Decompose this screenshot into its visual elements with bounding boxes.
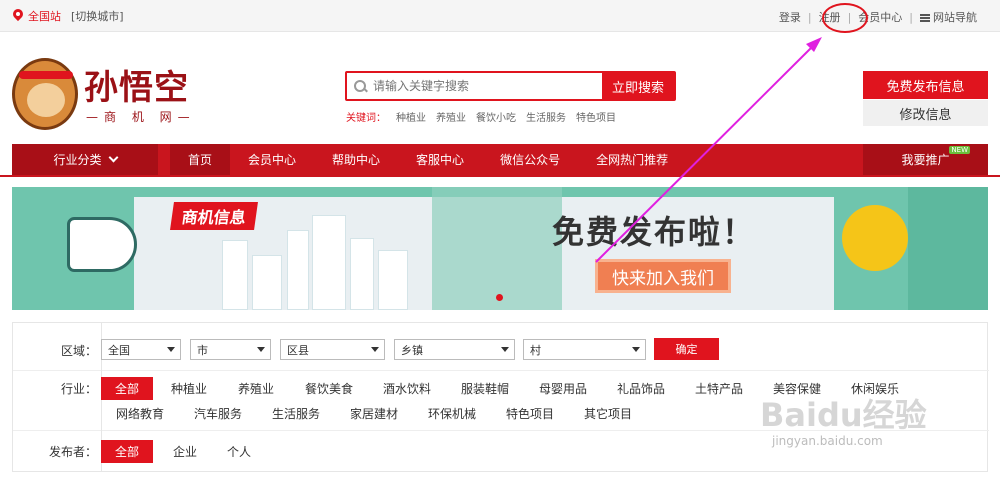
edit-info-button[interactable]: 修改信息 bbox=[863, 100, 988, 126]
current-city[interactable]: 全国站 bbox=[28, 8, 61, 24]
dropdown-arrow-icon bbox=[167, 347, 175, 352]
industry-item[interactable]: 其它项目 bbox=[584, 405, 632, 422]
publish-free-button[interactable]: 免费发布信息 bbox=[863, 71, 988, 99]
industry-item[interactable]: 餐饮美食 bbox=[305, 380, 353, 397]
nav-service-center[interactable]: 客服中心 bbox=[398, 144, 482, 175]
publisher-all[interactable]: 全部 bbox=[101, 440, 154, 463]
building-icon bbox=[287, 230, 309, 310]
industry-item[interactable]: 酒水饮料 bbox=[383, 380, 431, 397]
nav-hot-recommend[interactable]: 全网热门推荐 bbox=[578, 144, 686, 175]
dropdown-arrow-icon bbox=[257, 347, 265, 352]
search-box: 立即搜索 bbox=[345, 71, 676, 101]
dropdown-arrow-icon bbox=[632, 347, 640, 352]
login-link[interactable]: 登录 bbox=[774, 9, 806, 25]
keywords: 关键词： 种植业 养殖业 餐饮小吃 生活服务 特色项目 bbox=[346, 109, 616, 124]
logo-subtitle: —商 机 网— bbox=[86, 110, 196, 124]
location[interactable]: 全国站 [切换城市] bbox=[12, 8, 124, 24]
nav-home[interactable]: 首页 bbox=[170, 144, 231, 175]
keyword-link[interactable]: 养殖业 bbox=[436, 109, 466, 124]
keyword-link[interactable]: 种植业 bbox=[396, 109, 426, 124]
banner-headline: 免费发布啦！ bbox=[552, 213, 757, 251]
dropdown-arrow-icon bbox=[371, 347, 379, 352]
industry-item[interactable]: 养殖业 bbox=[238, 380, 274, 397]
switch-city-link[interactable]: [切换城市] bbox=[71, 8, 124, 24]
register-highlight-circle bbox=[822, 3, 868, 33]
industry-item[interactable]: 家居建材 bbox=[350, 405, 398, 422]
promo-banner[interactable]: 商机信息 免费发布啦！ 快来加入我们 bbox=[12, 187, 988, 310]
location-pin-icon bbox=[12, 9, 24, 23]
industry-item[interactable]: 特色项目 bbox=[506, 405, 554, 422]
industry-item[interactable]: 母婴用品 bbox=[539, 380, 587, 397]
chevron-down-icon bbox=[108, 152, 118, 163]
industry-label: 行业： bbox=[60, 382, 97, 396]
top-links: 登录 | 注册 | 会员中心 | 网站导航 bbox=[774, 9, 982, 25]
banner-stripe bbox=[432, 187, 562, 310]
baidu-watermark: Baidu经验 bbox=[760, 396, 927, 434]
industry-item[interactable]: 服装鞋帽 bbox=[461, 380, 509, 397]
banner-right-panel bbox=[908, 187, 988, 310]
baidu-watermark-url: jingyan.baidu.com bbox=[772, 434, 883, 448]
region-label: 区域： bbox=[60, 344, 97, 358]
search-input[interactable] bbox=[371, 73, 602, 99]
building-icon bbox=[350, 238, 374, 310]
region-row: 区域： 全国 市 区县 乡镇 村 确定 bbox=[13, 323, 989, 370]
lightbulb-icon bbox=[842, 205, 908, 271]
nav-help-center[interactable]: 帮助中心 bbox=[314, 144, 398, 175]
industry-item[interactable]: 种植业 bbox=[171, 380, 207, 397]
main-nav: 行业分类 首页 会员中心 帮助中心 客服中心 微信公众号 全网热门推荐 我要推广… bbox=[12, 144, 988, 175]
publisher-label: 发布者： bbox=[48, 445, 97, 459]
nav-underline bbox=[0, 175, 1000, 177]
search-button[interactable]: 立即搜索 bbox=[602, 73, 674, 99]
category-dropdown[interactable]: 行业分类 bbox=[12, 144, 158, 175]
category-label: 行业分类 bbox=[53, 153, 102, 167]
site-nav-link[interactable]: 网站导航 bbox=[915, 9, 982, 25]
nav-wechat[interactable]: 微信公众号 bbox=[482, 144, 578, 175]
promote-button[interactable]: 我要推广 NEW bbox=[863, 144, 988, 175]
menu-icon bbox=[920, 14, 930, 22]
keyword-link[interactable]: 生活服务 bbox=[526, 109, 566, 124]
promote-label: 我要推广 bbox=[901, 153, 950, 167]
industry-item[interactable]: 生活服务 bbox=[272, 405, 320, 422]
keyword-link[interactable]: 特色项目 bbox=[576, 109, 616, 124]
industry-item[interactable]: 汽车服务 bbox=[194, 405, 242, 422]
divider: | bbox=[909, 10, 913, 24]
megaphone-icon bbox=[67, 217, 137, 272]
building-icon bbox=[222, 240, 248, 310]
banner-join-button[interactable]: 快来加入我们 bbox=[595, 259, 731, 293]
village-select[interactable]: 村 bbox=[523, 339, 646, 360]
industry-item[interactable]: 网络教育 bbox=[116, 405, 164, 422]
industry-item[interactable]: 环保机械 bbox=[428, 405, 476, 422]
logo-name: 孙悟空 bbox=[84, 68, 189, 108]
site-logo[interactable]: 孙悟空 —商 机 网— bbox=[12, 58, 202, 134]
banner-title: 商机信息 bbox=[170, 202, 258, 230]
city-select[interactable]: 市 bbox=[190, 339, 271, 360]
industry-all[interactable]: 全部 bbox=[101, 377, 154, 400]
building-icon bbox=[378, 250, 408, 310]
keyword-link[interactable]: 餐饮小吃 bbox=[476, 109, 516, 124]
industry-item[interactable]: 礼品饰品 bbox=[617, 380, 665, 397]
divider: | bbox=[807, 10, 812, 24]
district-select[interactable]: 区县 bbox=[280, 339, 385, 360]
search-icon bbox=[347, 73, 371, 99]
building-icon bbox=[252, 255, 282, 310]
dropdown-arrow-icon bbox=[501, 347, 509, 352]
monkey-mascot-icon bbox=[12, 58, 78, 130]
publisher-individual[interactable]: 个人 bbox=[227, 443, 251, 460]
industry-item[interactable]: 土特产品 bbox=[695, 380, 743, 397]
confirm-button[interactable]: 确定 bbox=[654, 338, 719, 360]
new-badge: NEW bbox=[949, 146, 970, 154]
town-select[interactable]: 乡镇 bbox=[394, 339, 515, 360]
slide-indicator[interactable] bbox=[496, 294, 503, 301]
publisher-company[interactable]: 企业 bbox=[173, 443, 197, 460]
keywords-label: 关键词： bbox=[346, 113, 386, 124]
building-icon bbox=[312, 215, 346, 310]
nav-member-center[interactable]: 会员中心 bbox=[230, 144, 314, 175]
country-select[interactable]: 全国 bbox=[101, 339, 181, 360]
